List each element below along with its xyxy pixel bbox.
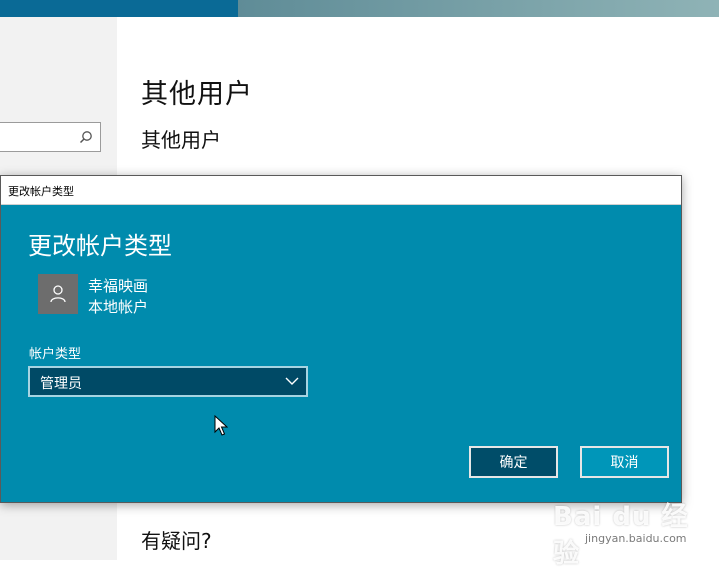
baidu-watermark: Bai du 经验 jingyan.baidu.com [553, 482, 713, 569]
account-type-select[interactable]: 管理员 [28, 366, 308, 397]
user-name: 幸福映画 [88, 277, 149, 295]
page-title: 其他用户 [141, 79, 253, 110]
section-title-questions: 有疑问? [141, 529, 212, 553]
account-type-selected-value: 管理员 [40, 376, 82, 392]
user-account-kind: 本地帐户 [88, 298, 149, 316]
avatar [38, 274, 78, 314]
cancel-button[interactable]: 取消 [580, 446, 669, 478]
background-desktop-strip [238, 0, 719, 17]
watermark-url: jingyan.baidu.com [585, 532, 687, 545]
dialog-heading: 更改帐户类型 [28, 232, 172, 260]
ok-button[interactable]: 确定 [469, 446, 558, 478]
section-title-other-users: 其他用户 [141, 128, 221, 152]
mouse-pointer-icon [214, 415, 228, 436]
search-icon[interactable] [79, 130, 93, 144]
chevron-down-icon[interactable] [285, 376, 299, 386]
dialog-window-title: 更改帐户类型 [8, 185, 74, 198]
account-type-label: 帐户类型 [29, 347, 82, 362]
dialog-titlebar[interactable]: 更改帐户类型 [1, 176, 681, 205]
person-icon [50, 285, 66, 303]
background-window-topbar [0, 0, 238, 17]
settings-search-input[interactable] [0, 122, 101, 152]
change-account-type-dialog: 更改帐户类型 更改帐户类型 幸福映画 本地帐户 帐户类型 管理员 确定 取消 [0, 175, 682, 503]
